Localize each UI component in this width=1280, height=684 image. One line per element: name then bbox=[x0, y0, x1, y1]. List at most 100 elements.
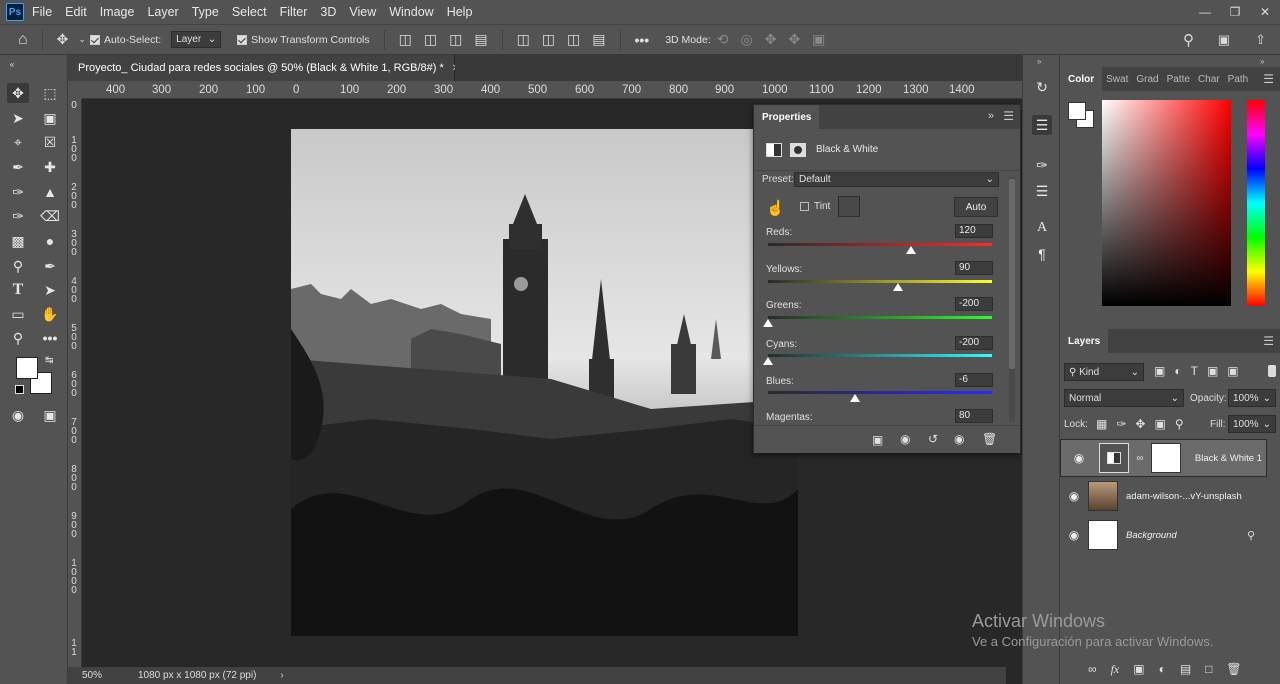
align-middle-icon[interactable]: ◫ bbox=[542, 31, 555, 48]
more-options-icon[interactable]: ••• bbox=[635, 32, 650, 48]
align-top-icon[interactable]: ◫ bbox=[517, 31, 530, 48]
tab-character[interactable]: Char bbox=[1194, 74, 1224, 85]
reset-icon[interactable]: ↺ bbox=[928, 432, 938, 446]
new-adjustment-icon[interactable]: ◐ bbox=[1159, 662, 1166, 677]
layer-row[interactable]: ◉ adam-wilson-...vY-unsplash bbox=[1060, 477, 1267, 515]
layers-panel-menu-icon[interactable]: ☰ bbox=[1263, 334, 1274, 348]
collapse-strip-icon[interactable]: » bbox=[1037, 57, 1041, 66]
close-icon[interactable]: ✕ bbox=[1250, 5, 1280, 19]
restore-icon[interactable]: ❐ bbox=[1220, 5, 1250, 19]
properties-panel-icon[interactable]: ☰ bbox=[1032, 115, 1052, 135]
eye-icon[interactable]: ◉ bbox=[1065, 451, 1093, 465]
tab-layers[interactable]: Layers bbox=[1060, 329, 1109, 353]
greens-slider-thumb[interactable] bbox=[763, 319, 773, 327]
filter-smart-object-icon[interactable]: ▣ bbox=[1227, 364, 1238, 378]
tint-color-swatch[interactable] bbox=[838, 196, 860, 217]
character-panel-icon[interactable]: A bbox=[1032, 218, 1052, 238]
filter-pixel-icon[interactable]: ▣ bbox=[1154, 364, 1165, 378]
zoom-level[interactable]: 50% bbox=[82, 670, 138, 681]
cyans-slider-track[interactable] bbox=[768, 354, 992, 357]
pen-tool-icon[interactable]: ✒ bbox=[39, 256, 61, 276]
menu-type[interactable]: Type bbox=[192, 5, 219, 19]
menu-layer[interactable]: Layer bbox=[147, 5, 178, 19]
filter-toggle-icon[interactable] bbox=[1268, 365, 1276, 377]
document-tab[interactable]: Proyecto_ Ciudad para redes sociales @ 5… bbox=[68, 55, 460, 81]
collapse-right-icon[interactable]: » bbox=[1260, 57, 1264, 66]
layer-group-select[interactable]: Layer ⌄ bbox=[171, 31, 222, 48]
distribute-icon[interactable]: ▤ bbox=[474, 31, 487, 48]
layer-mask-icon[interactable] bbox=[790, 142, 806, 157]
layer-row[interactable]: ◉ Background ⚲ bbox=[1060, 516, 1267, 554]
cyans-slider-thumb[interactable] bbox=[763, 357, 773, 365]
opacity-field[interactable]: 100% ⌄ bbox=[1228, 389, 1276, 407]
3d-slide-icon[interactable]: ✥ bbox=[788, 31, 800, 48]
blur-tool-icon[interactable]: ● bbox=[39, 231, 61, 251]
filter-type-icon[interactable]: T bbox=[1191, 364, 1198, 378]
scrollbar-thumb[interactable] bbox=[1009, 179, 1015, 369]
search-icon[interactable]: ⚲ bbox=[1183, 31, 1194, 49]
visibility-toggle-icon[interactable]: ◉ bbox=[954, 432, 964, 446]
layer-name[interactable]: Black & White 1 bbox=[1195, 453, 1262, 464]
tab-properties[interactable]: Properties bbox=[754, 105, 820, 129]
tab-gradients[interactable]: Grad bbox=[1132, 74, 1162, 85]
tint-checkbox[interactable] bbox=[800, 202, 809, 211]
yellows-slider-track[interactable] bbox=[768, 280, 992, 283]
add-mask-icon[interactable]: ▣ bbox=[1133, 662, 1144, 677]
blues-slider-track[interactable] bbox=[768, 391, 992, 394]
share-icon[interactable]: ⇧ bbox=[1255, 32, 1266, 48]
tab-swatches[interactable]: Swat bbox=[1102, 74, 1132, 85]
clone-stamp-tool-icon[interactable]: ▲ bbox=[39, 182, 61, 202]
color-picker-field[interactable] bbox=[1102, 100, 1231, 306]
filter-adjustment-icon[interactable]: ◐ bbox=[1174, 364, 1181, 378]
distribute-vertical-icon[interactable]: ▤ bbox=[592, 31, 605, 48]
object-select-tool-icon[interactable]: ▣ bbox=[39, 108, 61, 128]
menu-window[interactable]: Window bbox=[389, 5, 433, 19]
ruler-origin[interactable] bbox=[68, 81, 82, 99]
align-right-icon[interactable]: ◫ bbox=[449, 31, 462, 48]
lock-pixels-icon[interactable]: ✑ bbox=[1116, 417, 1126, 431]
mask-thumbnail[interactable] bbox=[1151, 443, 1182, 473]
auto-select-checkbox[interactable] bbox=[89, 34, 100, 45]
menu-3d[interactable]: 3D bbox=[320, 5, 336, 19]
adjustment-layer-icon[interactable] bbox=[766, 142, 782, 157]
blues-slider-thumb[interactable] bbox=[850, 394, 861, 402]
link-layers-icon[interactable]: ∞ bbox=[1088, 662, 1097, 677]
auto-button[interactable]: Auto bbox=[954, 197, 998, 217]
marquee-tool-icon[interactable]: ⬚ bbox=[39, 83, 61, 103]
new-layer-icon[interactable]: □ bbox=[1205, 662, 1212, 677]
chevron-down-icon[interactable]: ⌄ bbox=[78, 34, 86, 45]
home-icon[interactable]: ⌂ bbox=[18, 31, 28, 49]
menu-image[interactable]: Image bbox=[100, 5, 135, 19]
menu-edit[interactable]: Edit bbox=[65, 5, 87, 19]
screen-mode-icon[interactable]: ▣ bbox=[39, 405, 61, 425]
quick-mask-icon[interactable]: ◉ bbox=[7, 405, 29, 425]
color-panel-menu-icon[interactable]: ☰ bbox=[1263, 72, 1274, 86]
eye-icon[interactable]: ◉ bbox=[1060, 528, 1088, 542]
reds-slider-track[interactable] bbox=[768, 243, 992, 246]
lasso-tool-icon[interactable]: ➤ bbox=[7, 108, 29, 128]
lock-all-icon[interactable]: ⚲ bbox=[1175, 417, 1184, 431]
magentas-value[interactable]: 80 bbox=[955, 409, 993, 423]
hue-slider[interactable] bbox=[1247, 100, 1265, 306]
menu-filter[interactable]: Filter bbox=[280, 5, 308, 19]
color-fg-swatch[interactable] bbox=[1068, 102, 1086, 120]
3d-roll-icon[interactable]: ◎ bbox=[740, 31, 752, 48]
history-panel-icon[interactable]: ↻ bbox=[1032, 77, 1052, 97]
new-group-icon[interactable]: ▤ bbox=[1180, 662, 1191, 677]
preset-dropdown[interactable]: Default ⌄ bbox=[794, 172, 999, 187]
show-transform-checkbox[interactable] bbox=[237, 34, 248, 45]
3d-camera-icon[interactable]: ▣ bbox=[812, 31, 825, 48]
lock-transparency-icon[interactable]: ▦ bbox=[1096, 417, 1107, 431]
foreground-color-swatch[interactable] bbox=[16, 357, 38, 379]
zoom-tool-icon[interactable]: ⚲ bbox=[7, 328, 29, 348]
brush-settings-icon[interactable]: ✑ bbox=[1032, 155, 1052, 175]
gradient-tool-icon[interactable]: ▩ bbox=[7, 231, 29, 251]
edit-toolbar-icon[interactable]: ••• bbox=[39, 328, 61, 348]
view-previous-icon[interactable]: ◉ bbox=[900, 432, 910, 446]
type-tool-icon[interactable]: T bbox=[7, 280, 29, 300]
horizontal-ruler[interactable]: 400 300 200 100 0 100 200 300 400 500 60… bbox=[82, 81, 1022, 99]
blend-mode-dropdown[interactable]: Normal ⌄ bbox=[1064, 389, 1184, 407]
properties-scrollbar[interactable] bbox=[1009, 177, 1015, 422]
brush-tool-icon[interactable]: ✑ bbox=[7, 182, 29, 202]
paragraph-panel-icon[interactable]: ¶ bbox=[1032, 244, 1052, 264]
